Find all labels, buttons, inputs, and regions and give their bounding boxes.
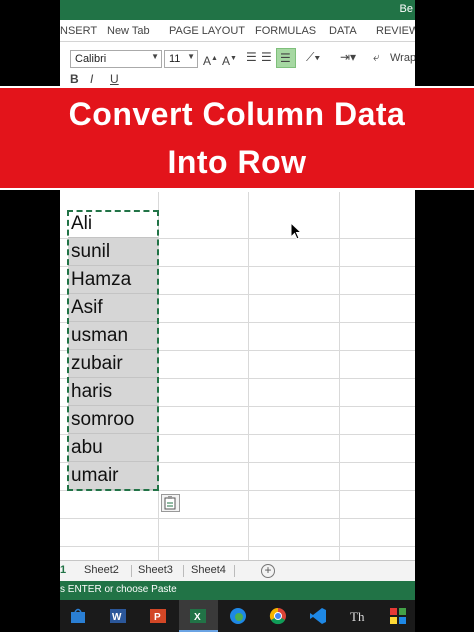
- taskbar: W P X Th: [60, 600, 415, 632]
- chevron-down-icon: ▼: [151, 52, 159, 61]
- underline-icon[interactable]: U: [110, 72, 119, 86]
- increase-font-icon[interactable]: A▲: [203, 52, 218, 68]
- sheet-separator: [131, 565, 132, 577]
- sheet-separator: [234, 565, 235, 577]
- typora-icon[interactable]: Th: [348, 606, 368, 626]
- wrap-text-label[interactable]: Wrap: [390, 52, 415, 64]
- sheet-tabs-bar: 1 Sheet2 Sheet3 Sheet4 +: [60, 560, 415, 581]
- powerpoint-icon[interactable]: P: [148, 606, 168, 626]
- font-size-value: 11: [169, 53, 181, 65]
- title-bar: Be: [60, 0, 415, 20]
- bold-icon[interactable]: B: [70, 72, 79, 86]
- tab-formulas[interactable]: FORMULAS: [255, 25, 316, 37]
- excel-icon[interactable]: X: [188, 606, 208, 626]
- app-grid-icon[interactable]: [388, 606, 408, 626]
- sheet-separator: [183, 565, 184, 577]
- title-banner: Convert Column Data Into Row: [0, 86, 474, 190]
- tab-data[interactable]: DATA: [329, 25, 357, 37]
- add-sheet-button[interactable]: +: [261, 564, 275, 578]
- chrome-icon[interactable]: [268, 606, 288, 626]
- ribbon-home: Calibri ▼ 11 ▼ A▲ A▼ ☰ ☰ ☰ ⟋▾ ⇥▾ ⤶ Wrap …: [60, 42, 415, 86]
- indent-icon[interactable]: ⇥▾: [340, 50, 356, 64]
- wrap-text-icon[interactable]: ⤶: [373, 50, 380, 64]
- edge-icon[interactable]: [228, 606, 248, 626]
- status-bar: s ENTER or choose Paste: [60, 581, 415, 600]
- tab-page-layout[interactable]: PAGE LAYOUT: [169, 25, 245, 37]
- svg-text:P: P: [154, 612, 161, 623]
- font-name-select[interactable]: Calibri ▼: [70, 50, 162, 68]
- align-bottom-icon: ☰: [280, 51, 291, 65]
- paste-options-button[interactable]: [161, 494, 180, 512]
- windows-store-icon[interactable]: [68, 606, 88, 626]
- mouse-pointer-icon: [290, 222, 303, 240]
- italic-icon[interactable]: I: [90, 72, 93, 86]
- tab-new-tab[interactable]: New Tab: [107, 25, 150, 37]
- copy-marquee: [67, 210, 159, 491]
- column-divider: [339, 192, 340, 560]
- ribbon-tabs: NSERT New Tab PAGE LAYOUT FORMULAS DATA …: [60, 20, 415, 42]
- tab-review[interactable]: REVIEW: [376, 25, 415, 37]
- worksheet-grid[interactable]: Ali sunil Hamza Asif usman zubair haris …: [60, 192, 415, 560]
- font-size-select[interactable]: 11 ▼: [164, 50, 198, 68]
- clipboard-icon: [164, 496, 176, 510]
- align-top-icon[interactable]: ☰: [246, 50, 257, 64]
- decrease-font-icon[interactable]: A▼: [222, 52, 237, 68]
- svg-text:X: X: [194, 612, 201, 623]
- align-middle-icon[interactable]: ☰: [261, 50, 272, 64]
- sheet-tab-sheet3[interactable]: Sheet3: [138, 564, 173, 576]
- row-divider: [60, 518, 415, 519]
- svg-text:W: W: [112, 612, 122, 623]
- banner-title-line1: Convert Column Data: [68, 96, 406, 132]
- row-divider: [60, 546, 415, 547]
- orientation-icon[interactable]: ⟋▾: [306, 50, 320, 64]
- column-divider: [248, 192, 249, 560]
- tab-insert[interactable]: NSERT: [60, 25, 97, 37]
- vscode-icon[interactable]: [308, 606, 328, 626]
- screen: Be NSERT New Tab PAGE LAYOUT FORMULAS DA…: [0, 0, 474, 632]
- font-name-value: Calibri: [75, 53, 107, 65]
- window-title: Be: [399, 3, 413, 15]
- word-icon[interactable]: W: [108, 606, 128, 626]
- status-message: s ENTER or choose Paste: [60, 584, 177, 595]
- chevron-down-icon: ▼: [187, 52, 195, 61]
- sheet-tab-active[interactable]: 1: [60, 564, 66, 576]
- sheet-tab-sheet2[interactable]: Sheet2: [84, 564, 119, 576]
- svg-text:Th: Th: [350, 609, 365, 624]
- banner-title-line2: Into Row: [167, 144, 307, 180]
- sheet-tab-sheet4[interactable]: Sheet4: [191, 564, 226, 576]
